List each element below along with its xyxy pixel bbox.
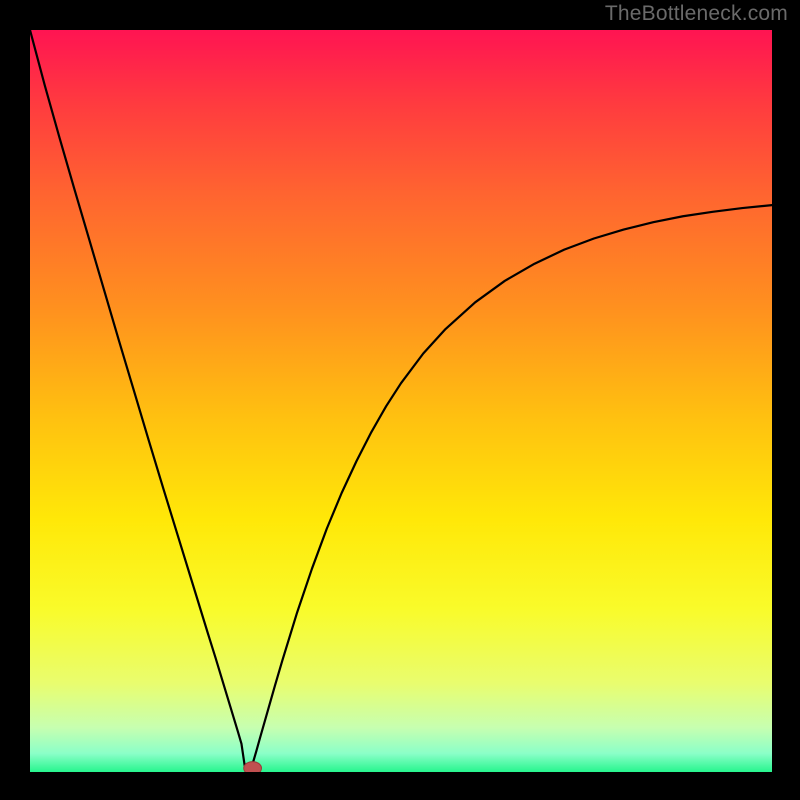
chart-frame: TheBottleneck.com [0,0,800,800]
min-marker [244,762,262,772]
plot-svg [30,30,772,772]
watermark-text: TheBottleneck.com [605,2,788,26]
gradient-background [30,30,772,772]
plot-area [30,30,772,772]
